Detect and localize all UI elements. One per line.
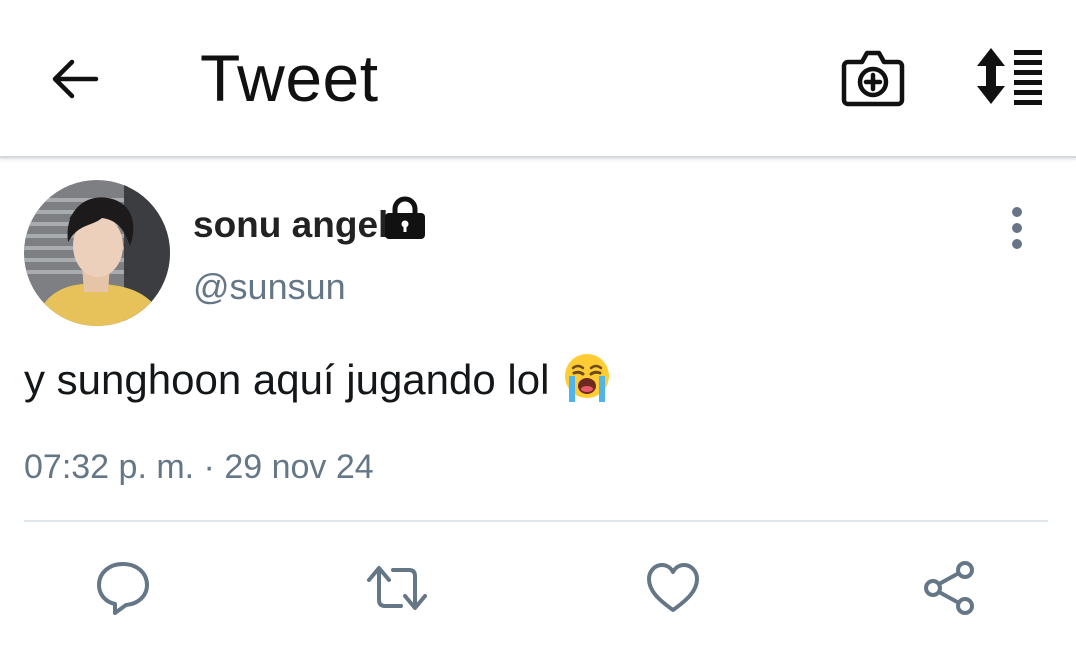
- avatar-photo: [24, 180, 170, 326]
- author-handle[interactable]: @sunsun: [193, 266, 346, 308]
- reply-button[interactable]: [88, 556, 158, 620]
- more-options-button[interactable]: [996, 204, 1038, 252]
- tweet-text-content: y sunghoon aquí jugando lol: [24, 356, 550, 403]
- loudly-crying-face-icon: [565, 354, 610, 402]
- back-button[interactable]: [44, 50, 106, 108]
- camera-button[interactable]: [840, 44, 906, 110]
- avatar[interactable]: [24, 180, 170, 326]
- author-name[interactable]: sonu angel: [193, 203, 388, 247]
- top-app-bar: Tweet: [0, 0, 1076, 158]
- divider: [24, 520, 1048, 522]
- reply-icon: [97, 562, 149, 615]
- page-title: Tweet: [200, 41, 379, 115]
- like-button[interactable]: [638, 556, 708, 620]
- tweet-timestamp: 07:32 p. m. · 29 nov 24: [24, 448, 374, 486]
- share-icon: [924, 561, 974, 615]
- share-button[interactable]: [914, 556, 984, 620]
- camera-plus-icon: [841, 50, 905, 107]
- back-arrow-icon: [52, 59, 99, 99]
- sort-list-icon: [977, 48, 1042, 105]
- more-vertical-icon: [1012, 207, 1022, 249]
- sort-button[interactable]: [968, 44, 1048, 108]
- lock-icon: [385, 196, 425, 239]
- retweet-button[interactable]: [362, 556, 432, 620]
- retweet-icon: [367, 566, 427, 610]
- tweet-text: y sunghoon aquí jugando lol: [24, 352, 613, 406]
- like-icon: [647, 563, 699, 612]
